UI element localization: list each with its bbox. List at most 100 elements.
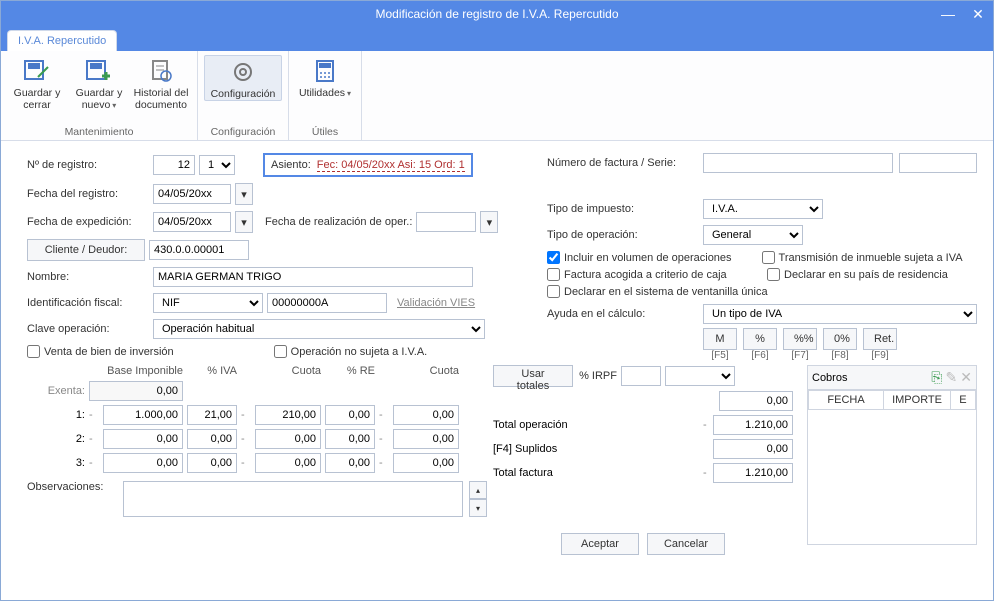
tipo-impuesto-select[interactable]: I.V.A. [703, 199, 823, 219]
r2-base[interactable] [103, 429, 183, 449]
chk-no-sujeta[interactable]: Operación no sujeta a I.V.A. [274, 345, 428, 358]
fecha-exp-picker[interactable]: ▾ [235, 211, 253, 233]
chk-venta-inversion[interactable]: Venta de bien de inversión [27, 345, 174, 358]
guardar-cerrar-button[interactable]: Guardar y cerrar [7, 55, 67, 112]
btn-pct[interactable]: % [743, 328, 777, 350]
total-fac-label: Total factura [493, 467, 703, 479]
cobros-del-icon[interactable]: ✕ [960, 369, 972, 385]
window-title: Modificación de registro de I.V.A. Reper… [375, 7, 618, 21]
ribbon-tabs: I.V.A. Repercutido [1, 27, 993, 51]
r2-pre[interactable] [325, 429, 375, 449]
exenta-base[interactable] [89, 381, 183, 401]
cobros-add-icon[interactable]: ⎘ [931, 369, 942, 385]
id-num-input[interactable] [267, 293, 387, 313]
total-fac[interactable] [713, 463, 793, 483]
col-importe[interactable]: IMPORTE [884, 391, 951, 410]
fecha-registro-input[interactable] [153, 184, 231, 204]
r1-base[interactable] [103, 405, 183, 425]
group-util-label: Útiles [312, 126, 338, 138]
chk-volumen[interactable]: Incluir en volumen de operaciones [547, 251, 732, 264]
hdr-cuota1: Cuota [241, 365, 321, 377]
nombre-input[interactable] [153, 267, 473, 287]
hdr-pctre: % RE [325, 365, 375, 377]
row3-label: 3: [27, 457, 85, 469]
tab-iva-repercutido[interactable]: I.V.A. Repercutido [7, 30, 117, 51]
id-tipo-select[interactable]: NIF [153, 293, 263, 313]
suplidos[interactable] [713, 439, 793, 459]
col-fecha[interactable]: FECHA [809, 391, 884, 410]
chk-ventunica[interactable]: Declarar en el sistema de ventanilla úni… [547, 285, 768, 298]
btn-ret[interactable]: Ret. [863, 328, 897, 350]
nreg-label: Nº de registro: [27, 159, 149, 171]
group-mantenimiento-label: Mantenimiento [65, 126, 134, 138]
cliente-deudor-button[interactable]: Cliente / Deudor: [27, 239, 145, 261]
obs-up[interactable]: ▴ [469, 481, 487, 499]
calculator-icon [309, 57, 341, 85]
r2-cuota[interactable] [255, 429, 321, 449]
group-config-label: Configuración [211, 126, 276, 138]
r2-piva[interactable] [187, 429, 237, 449]
r3-cuota2[interactable] [393, 453, 459, 473]
cobros-edit-icon[interactable]: ✎ [945, 369, 957, 385]
gear-icon [227, 58, 259, 86]
vies-link[interactable]: Validación VIES [397, 297, 475, 309]
chk-caja[interactable]: Factura acogida a criterio de caja [547, 268, 737, 281]
btn-0pct[interactable]: 0% [823, 328, 857, 350]
obs-label: Observaciones: [27, 481, 117, 517]
chk-pais[interactable]: Declarar en su país de residencia [767, 268, 948, 281]
usar-totales-button[interactable]: Usar totales [493, 365, 573, 387]
tipo-operacion-select[interactable]: General [703, 225, 803, 245]
fecha-oper-picker[interactable]: ▾ [480, 211, 498, 233]
nreg-input[interactable] [153, 155, 195, 175]
btn-M[interactable]: M [703, 328, 737, 350]
r3-piva[interactable] [187, 453, 237, 473]
chk-transmision[interactable]: Transmisión de inmueble sujeta a IVA [762, 251, 963, 264]
minimize-button[interactable]: — [933, 1, 963, 27]
tipo-impuesto-label: Tipo de impuesto: [547, 203, 697, 215]
col-e[interactable]: E [950, 391, 975, 410]
serie-input[interactable] [899, 153, 977, 173]
nreg-section[interactable]: 1 [199, 155, 235, 175]
ayuda-select[interactable]: Un tipo de IVA [703, 304, 977, 324]
r3-base[interactable] [103, 453, 183, 473]
aceptar-button[interactable]: Aceptar [561, 533, 639, 555]
r1-pre[interactable] [325, 405, 375, 425]
total-op-label: Total operación [493, 419, 703, 431]
cancelar-button[interactable]: Cancelar [647, 533, 725, 555]
numfact-input[interactable] [703, 153, 893, 173]
r2-cuota2[interactable] [393, 429, 459, 449]
cobros-panel: Cobros ⎘ ✎ ✕ FECHA IMPORTE E [807, 365, 977, 545]
fecha-exp-label: Fecha de expedición: [27, 216, 149, 228]
clave-select[interactable]: Operación habitual [153, 319, 485, 339]
save-close-icon [21, 57, 53, 85]
close-button[interactable]: ✕ [963, 1, 993, 27]
total-op[interactable] [713, 415, 793, 435]
fecha-registro-picker[interactable]: ▾ [235, 183, 253, 205]
irpf-pct-input[interactable] [621, 366, 661, 386]
irpf-val[interactable] [719, 391, 793, 411]
r1-cuota[interactable] [255, 405, 321, 425]
irpf-tipo-select[interactable] [665, 366, 735, 386]
asiento-box: Asiento: Fec: 04/05/20xx Asi: 15 Ord: 1 [263, 153, 473, 177]
fecha-exp-input[interactable] [153, 212, 231, 232]
hdr-cuota2: Cuota [379, 365, 459, 377]
obs-down[interactable]: ▾ [469, 499, 487, 517]
clave-label: Clave operación: [27, 323, 149, 335]
configuracion-button[interactable]: Configuración [204, 55, 282, 101]
save-new-icon [83, 57, 115, 85]
observaciones-input[interactable] [123, 481, 463, 517]
guardar-nuevo-button[interactable]: Guardar y nuevo [69, 55, 129, 112]
fecha-oper-input[interactable] [416, 212, 476, 232]
asiento-link[interactable]: Fec: 04/05/20xx Asi: 15 Ord: 1 [317, 159, 465, 172]
r3-pre[interactable] [325, 453, 375, 473]
r3-cuota[interactable] [255, 453, 321, 473]
cuenta-input[interactable] [149, 240, 249, 260]
btn-pctpct[interactable]: %% [783, 328, 817, 350]
utilidades-button[interactable]: Utilidades [295, 55, 355, 100]
r1-cuota2[interactable] [393, 405, 459, 425]
row1-label: 1: [27, 409, 85, 421]
row-exenta-label: Exenta: [27, 385, 85, 397]
r1-piva[interactable] [187, 405, 237, 425]
historial-button[interactable]: Historial del documento [131, 55, 191, 112]
cobros-table: FECHA IMPORTE E [808, 390, 976, 410]
